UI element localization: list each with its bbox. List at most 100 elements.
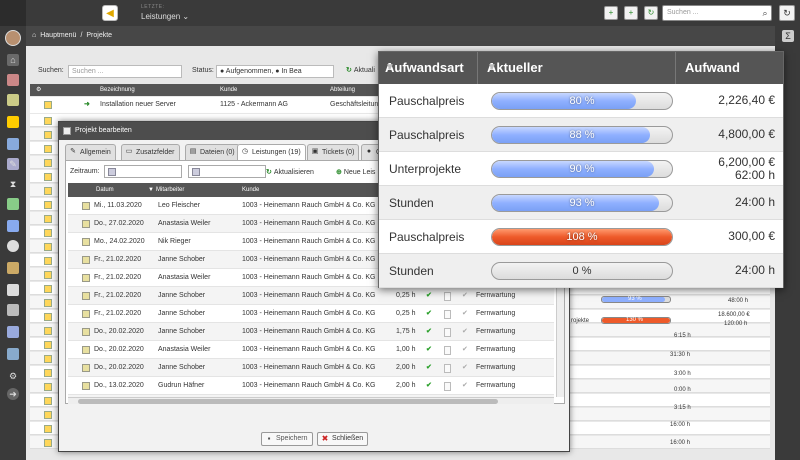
tab-allgemein[interactable]: ✎ Allgemein — [65, 144, 116, 160]
new-service-button[interactable]: ⊕ Neue Leis — [336, 168, 375, 176]
date-to-field[interactable] — [188, 165, 266, 178]
crumb-home[interactable]: Hauptmenü — [40, 32, 76, 39]
effort-row[interactable]: Pauschalpreis 108 % 300,00 € — [379, 220, 783, 254]
document-icon — [44, 397, 52, 405]
tab-tickets[interactable]: ▣ Tickets (0) — [307, 144, 360, 160]
service-hours: 0,25 h — [396, 310, 416, 317]
tab-dateien[interactable]: ▤ Dateien (0) — [185, 144, 240, 160]
filter-icon[interactable]: ▼ — [385, 52, 395, 84]
settings-icon[interactable]: ⚙ — [7, 370, 19, 382]
global-search-input[interactable]: Suchen ... — [662, 5, 772, 21]
table-row[interactable]: Fr., 21.02.2020 Janne Schober 1003 - Heine… — [68, 305, 554, 323]
hours-value: 3:15 h — [674, 405, 691, 411]
avatar[interactable] — [5, 30, 21, 46]
billable-check-icon: ✔ — [426, 382, 432, 389]
save-button[interactable]: ▪ Speichern — [261, 432, 313, 446]
last-visited-icon[interactable]: ◀ — [102, 5, 118, 21]
list-icon[interactable] — [7, 304, 19, 316]
calendar-icon[interactable] — [192, 168, 200, 176]
time-icon[interactable] — [7, 240, 19, 252]
effort-percent-bg: 93 % — [628, 296, 642, 302]
effort-progress-bar: 88 % — [491, 126, 673, 144]
hours-value: 0:00 h — [674, 387, 691, 393]
tab-zusatzfelder[interactable]: ▭ Zusatzfelder — [121, 144, 180, 160]
pencil-icon: ✎ — [70, 148, 76, 155]
service-date: Do., 20.02.2020 — [94, 328, 144, 335]
page-icon — [444, 310, 451, 319]
calendar-icon[interactable] — [7, 74, 19, 86]
service-customer: 1003 - Heinemann Rauch GmbH & Co. KG — [242, 256, 376, 263]
date-from-field[interactable] — [104, 165, 182, 178]
tag-icon[interactable] — [7, 198, 19, 210]
tab-label: Zusatzfelder — [136, 149, 175, 156]
progress-label: 90 % — [569, 163, 595, 175]
calendar-icon[interactable] — [108, 168, 116, 176]
service-date: Do., 13.02.2020 — [94, 382, 144, 389]
horizontal-scrollbar[interactable] — [68, 397, 554, 404]
table-row[interactable]: Fr., 21.02.2020 Janne Schober 1003 - Heine… — [68, 287, 554, 305]
column-kunde[interactable]: Kunde — [220, 84, 237, 96]
folder-icon[interactable] — [7, 348, 19, 360]
document-icon — [82, 346, 90, 354]
service-hours: 1,75 h — [396, 328, 416, 335]
document-icon — [82, 310, 90, 318]
tab-leistungen[interactable]: ◷ Leistungen (19) — [237, 144, 306, 161]
table-row[interactable]: Do., 20.02.2020 Anastasia Weiler 1003 - He… — [68, 341, 554, 359]
column-mitarbeiter[interactable]: Mitarbeiter — [156, 183, 184, 197]
document-icon — [44, 173, 52, 181]
effort-row[interactable]: Unterprojekte 90 % 6,200,00 €62:00 h — [379, 152, 783, 186]
invoice-icon[interactable] — [7, 284, 19, 296]
document-icon — [82, 292, 90, 300]
documents-icon[interactable] — [7, 138, 19, 150]
status-filter-select[interactable]: ● Aufgenommen, ● In Bea — [216, 65, 334, 78]
refresh-button[interactable]: ↻ Aktualisieren — [266, 168, 314, 176]
table-row[interactable]: Do., 13.02.2020 Gudrun Häfner 1003 - Heine… — [68, 377, 554, 395]
document-icon — [82, 202, 90, 210]
search-icon[interactable]: ⌕ — [758, 5, 772, 21]
filter-icon[interactable]: ▼ — [487, 52, 497, 84]
table-row[interactable]: Do., 20.02.2020 Janne Schober 1003 - Heine… — [68, 359, 554, 377]
sort-desc-icon: ▼ — [148, 187, 154, 193]
column-bezeichnung[interactable]: Bezeichnung — [100, 84, 135, 96]
projects-icon[interactable] — [7, 116, 19, 128]
last-visited-dropdown[interactable]: Leistungen ⌄ — [141, 12, 189, 21]
service-date: Fr., 21.02.2020 — [94, 292, 142, 299]
logout-icon[interactable]: ➜ — [7, 388, 19, 400]
tools-icon[interactable]: ✎ — [7, 158, 19, 170]
search-label: Suchen: — [38, 67, 64, 74]
column-separator — [477, 52, 478, 84]
tickets-icon[interactable] — [7, 220, 19, 232]
effort-row[interactable]: Stunden 93 % 24:00 h — [379, 186, 783, 220]
new-item-icon[interactable]: + — [624, 6, 638, 20]
reload-icon[interactable]: ↻ — [779, 5, 795, 21]
home-icon[interactable]: ⌂ — [7, 54, 19, 66]
effort-row[interactable]: Stunden 0 % 24:00 h — [379, 254, 783, 288]
refresh-icon[interactable]: ↻ — [644, 6, 658, 20]
billable-check-icon: ✔ — [426, 346, 432, 353]
close-button[interactable]: ✖ Schließen — [317, 432, 369, 446]
approved-check-icon: ✔ — [462, 292, 468, 299]
table-row[interactable]: Do., 20.02.2020 Janne Schober 1003 - Heine… — [68, 323, 554, 341]
crumb-current[interactable]: Projekte — [86, 32, 112, 39]
column-abteilung[interactable]: Abteilung — [330, 84, 355, 96]
document-icon — [44, 313, 52, 321]
project-search-input[interactable]: Suchen ... — [68, 65, 182, 78]
reports-icon[interactable] — [7, 326, 19, 338]
add-document-icon[interactable]: + — [604, 6, 618, 20]
scrollbar-thumb[interactable] — [78, 399, 498, 404]
contacts-icon[interactable] — [7, 94, 19, 106]
effort-type: Pauschalpreis — [389, 230, 465, 244]
hourglass-icon[interactable]: ⧗ — [7, 178, 19, 190]
effort-row[interactable]: Pauschalpreis 88 % 4,800,00 € — [379, 118, 783, 152]
column-separator — [675, 52, 676, 84]
refresh-button[interactable]: ↻ Aktuali — [346, 66, 375, 74]
settings-icon[interactable]: ⚙ — [36, 84, 41, 96]
box-icon[interactable] — [7, 262, 19, 274]
billable-check-icon: ✔ — [426, 292, 432, 299]
column-kunde[interactable]: Kunde — [242, 183, 259, 197]
effort-row[interactable]: Pauschalpreis 80 % 2,226,40 € — [379, 84, 783, 118]
service-date: Do., 20.02.2020 — [94, 346, 144, 353]
column-aufwand[interactable]: Aufwand — [685, 52, 740, 84]
column-datum[interactable]: Datum — [96, 183, 114, 197]
sum-icon[interactable]: Σ — [782, 30, 794, 42]
